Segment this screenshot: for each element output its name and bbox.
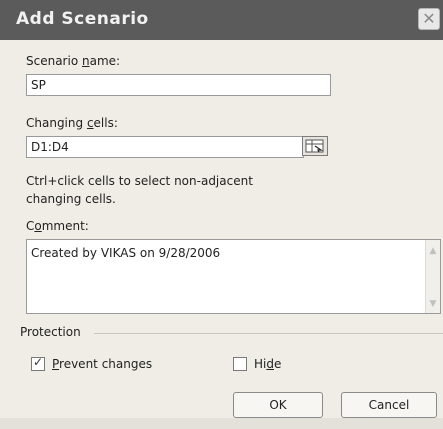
comment-scrollbar[interactable]: ▲ ▼ <box>425 240 440 313</box>
scenario-name-value: SP <box>31 78 46 92</box>
scroll-down-icon[interactable]: ▼ <box>426 299 440 309</box>
dialog-bottom-edge <box>0 418 443 429</box>
prevent-changes-label[interactable]: Prevent changes <box>52 357 152 371</box>
protection-divider <box>94 333 443 334</box>
close-button[interactable]: ✕ <box>418 8 440 30</box>
hide-label[interactable]: Hide <box>254 357 281 371</box>
hint-line-2: changing cells. <box>26 192 116 206</box>
hide-checkbox[interactable] <box>233 357 247 371</box>
scroll-up-icon[interactable]: ▲ <box>426 246 440 256</box>
range-select-icon <box>305 139 324 153</box>
changing-cells-input[interactable]: D1:D4 <box>26 136 304 158</box>
title-bar[interactable]: Add Scenario ✕ <box>0 0 443 40</box>
dialog-title: Add Scenario <box>16 9 149 29</box>
collapse-dialog-button[interactable] <box>302 136 328 156</box>
prevent-changes-checkbox[interactable]: ✓ <box>31 355 45 371</box>
hint-line-1: Ctrl+click cells to select non-adjacent <box>26 174 253 188</box>
comment-textarea[interactable]: Created by VIKAS on 9/28/2006 ▲ ▼ <box>26 239 441 314</box>
add-scenario-dialog: Add Scenario ✕ Scenario name: SP Changin… <box>0 0 443 429</box>
protection-group-label: Protection <box>20 325 81 339</box>
changing-cells-value: D1:D4 <box>31 140 69 154</box>
comment-label: Comment: <box>26 219 89 233</box>
ok-button[interactable]: OK <box>233 392 323 418</box>
cancel-button[interactable]: Cancel <box>341 392 437 418</box>
scenario-name-label: Scenario name: <box>26 54 121 68</box>
close-icon: ✕ <box>422 9 436 28</box>
scenario-name-input[interactable]: SP <box>26 74 331 96</box>
comment-value: Created by VIKAS on 9/28/2006 <box>31 246 221 260</box>
checkmark-icon: ✓ <box>33 355 44 369</box>
changing-cells-label: Changing cells: <box>26 116 118 130</box>
